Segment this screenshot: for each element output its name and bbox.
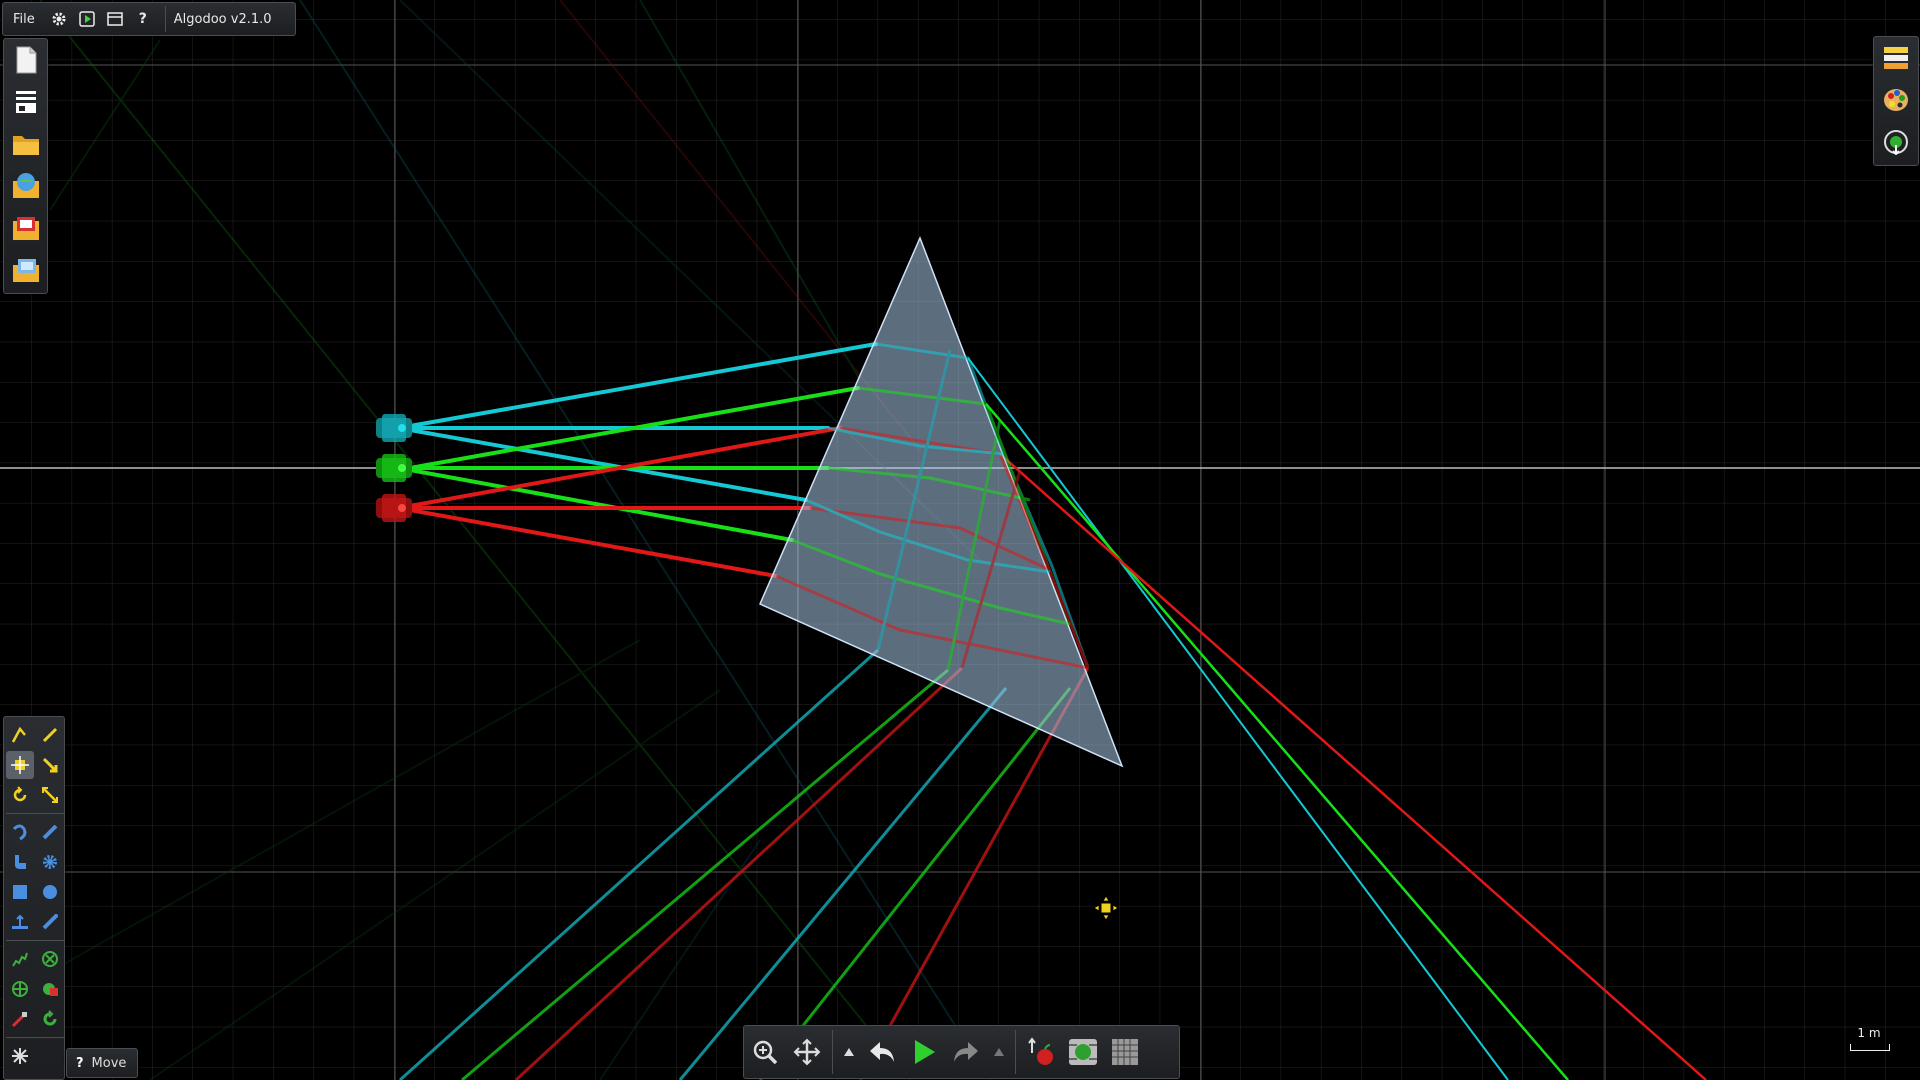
grid-icon[interactable] xyxy=(1104,1026,1146,1078)
algobox-icon[interactable] xyxy=(4,165,47,207)
simulation-canvas[interactable] xyxy=(0,0,1920,1080)
save-folder-icon[interactable] xyxy=(4,249,47,291)
knife-tool-icon[interactable] xyxy=(36,818,64,846)
window-icon[interactable] xyxy=(101,3,129,35)
move-cursor-icon xyxy=(1093,895,1119,921)
tracer-tool-icon[interactable] xyxy=(6,975,34,1003)
gear-icon[interactable] xyxy=(45,3,73,35)
brush-tool-icon[interactable] xyxy=(6,848,34,876)
top-menu-bar: File ? Algodoo v2.1.0 xyxy=(2,2,296,36)
toolbar-separator xyxy=(832,1030,833,1074)
box-tool-icon[interactable] xyxy=(6,878,34,906)
add-object-icon[interactable] xyxy=(1874,121,1918,163)
tool-separator xyxy=(6,813,64,814)
undo-icon[interactable] xyxy=(861,1026,903,1078)
scale-label: 1 m xyxy=(1857,1026,1881,1040)
circle-tool-icon[interactable] xyxy=(36,878,64,906)
scale-tool-icon[interactable] xyxy=(36,781,64,809)
move-tool-icon[interactable] xyxy=(6,751,34,779)
laser-pen-red[interactable] xyxy=(376,494,412,522)
redo-icon[interactable] xyxy=(945,1026,987,1078)
spring-tool-icon[interactable] xyxy=(6,945,34,973)
file-toolbar xyxy=(3,38,48,294)
layers-icon[interactable] xyxy=(1874,37,1918,79)
scene-gallery-icon[interactable] xyxy=(4,207,47,249)
help-icon[interactable]: ? xyxy=(129,3,157,35)
scale-indicator: 1 m xyxy=(1848,1026,1890,1054)
help-icon: ? xyxy=(76,1055,84,1071)
current-tool-label: Move xyxy=(91,1055,127,1071)
hinge-tool-icon[interactable] xyxy=(36,945,64,973)
new-scene-icon[interactable] xyxy=(4,39,47,81)
simulation-toolbar xyxy=(743,1025,1180,1079)
scale-bar xyxy=(1850,1044,1890,1051)
app-title: Algodoo v2.1.0 xyxy=(173,11,272,27)
pen-tool-icon[interactable] xyxy=(36,721,64,749)
thruster-tool-icon[interactable] xyxy=(36,1005,64,1033)
tool-palette xyxy=(3,716,65,1080)
rotate-tool-icon[interactable] xyxy=(6,781,34,809)
right-toolbar xyxy=(1873,36,1919,166)
zoom-icon[interactable] xyxy=(744,1026,786,1078)
menu-separator xyxy=(164,6,166,32)
drag-tool-icon[interactable] xyxy=(36,751,64,779)
tool-hint[interactable]: ? Move xyxy=(66,1048,138,1078)
laser-pen-cyan[interactable] xyxy=(376,414,412,442)
play-icon[interactable] xyxy=(903,1026,945,1078)
tool-separator xyxy=(6,1037,64,1038)
gear-tool-icon[interactable] xyxy=(36,848,64,876)
fixate-tool-icon[interactable] xyxy=(36,975,64,1003)
undo-menu-arrow[interactable] xyxy=(837,1026,861,1078)
sketch-tool-icon[interactable] xyxy=(6,721,34,749)
laser-pen-green[interactable] xyxy=(376,454,412,482)
gravity-icon[interactable] xyxy=(1020,1026,1062,1078)
tool-separator xyxy=(6,940,64,941)
plane-tool-icon[interactable] xyxy=(6,908,34,936)
palette-icon[interactable] xyxy=(1874,79,1918,121)
rope-tool-icon[interactable] xyxy=(6,818,34,846)
file-menu[interactable]: File xyxy=(3,3,45,35)
scene-list-icon[interactable] xyxy=(4,81,47,123)
toolbar-separator xyxy=(1015,1030,1016,1074)
open-folder-icon[interactable] xyxy=(4,123,47,165)
play-scene-icon[interactable] xyxy=(73,3,101,35)
air-friction-icon[interactable] xyxy=(1062,1026,1104,1078)
chain-tool-icon[interactable] xyxy=(6,1042,34,1070)
redo-menu-arrow[interactable] xyxy=(987,1026,1011,1078)
cut-tool-icon[interactable] xyxy=(36,908,64,936)
laser-tool-icon[interactable] xyxy=(6,1005,34,1033)
pan-icon[interactable] xyxy=(786,1026,828,1078)
